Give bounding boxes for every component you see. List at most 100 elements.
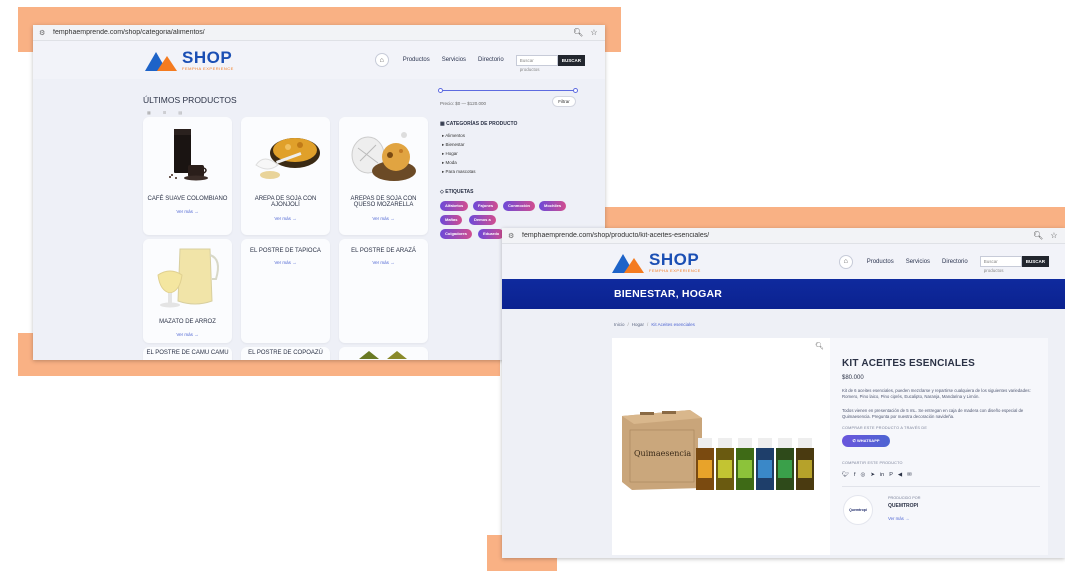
- nav-servicios[interactable]: Servicios: [906, 259, 930, 265]
- twitter-icon[interactable]: 🐦︎: [842, 472, 849, 478]
- slider-min-handle[interactable]: [438, 88, 443, 93]
- category-banner: BIENESTAR, HOGAR: [502, 279, 1065, 309]
- product-more-link[interactable]: Ver más →: [241, 260, 330, 265]
- image-zoom-icon[interactable]: 🔍︎: [815, 342, 824, 350]
- telegram-icon[interactable]: ➤: [870, 472, 875, 478]
- site-header: SHOP FEMPHA EXPERIENCE ⌂ Productos Servi…: [502, 244, 1065, 279]
- product-more-link[interactable]: Ver más →: [143, 209, 232, 214]
- tag-chip[interactable]: Fajones: [473, 201, 499, 211]
- whatsapp-button[interactable]: ✆ WHATSAPP: [842, 435, 890, 447]
- box-brand-text: Quimaesencia: [634, 449, 691, 458]
- breadcrumb-category[interactable]: Hogar: [632, 322, 644, 327]
- product-name[interactable]: EL POSTRE DE ARAZÁ: [342, 248, 425, 254]
- logo-subtitle: FEMPHA EXPERIENCE: [649, 267, 701, 273]
- site-settings-icon[interactable]: ⚙: [39, 29, 47, 37]
- product-card[interactable]: EL POSTRE DE COPOAZÚ: [241, 347, 330, 360]
- slider-max-handle[interactable]: [573, 88, 578, 93]
- search-input[interactable]: Buscar productos: [515, 54, 558, 72]
- coffee-product-image: [169, 129, 208, 181]
- product-card[interactable]: AREPA DE SOJA CON AJONJOLÍ Ver más →: [241, 117, 330, 235]
- address-bar[interactable]: ⚙ femphaemprende.com/shop/producto/kit-a…: [502, 228, 1065, 244]
- zoom-icon[interactable]: 🔍︎: [573, 28, 583, 37]
- compact-view-icon[interactable]: ▤: [178, 110, 182, 115]
- categories-title: ▦ CATEGORÍAS DE PRODUCTO: [440, 121, 518, 127]
- email-icon[interactable]: ✉: [907, 472, 912, 478]
- search-button[interactable]: BUSCAR: [1021, 256, 1049, 267]
- product-card[interactable]: [339, 347, 428, 360]
- home-icon[interactable]: ⌂: [374, 53, 389, 67]
- bookmark-star-icon[interactable]: ☆: [589, 28, 599, 37]
- product-image-panel[interactable]: 🔍︎ Quimaesencia: [612, 338, 830, 555]
- send-icon[interactable]: ◀: [898, 472, 902, 478]
- zoom-icon[interactable]: 🔍︎: [1033, 231, 1043, 240]
- nav-productos[interactable]: Productos: [403, 57, 430, 63]
- arepas-queso-product-image: [351, 132, 416, 181]
- home-icon[interactable]: ⌂: [838, 254, 853, 269]
- search-button[interactable]: BUSCAR: [557, 54, 585, 66]
- tag-chip[interactable]: Eduardo: [478, 229, 505, 239]
- tag-chip[interactable]: Colgadores: [440, 229, 473, 239]
- filter-button[interactable]: Filtrar: [552, 96, 576, 107]
- product-more-link[interactable]: Ver más →: [339, 260, 428, 265]
- search-input[interactable]: Buscar productos: [979, 256, 1022, 273]
- category-item[interactable]: ▸ Moda: [442, 160, 476, 169]
- producer-more-link[interactable]: Ver más →: [888, 516, 909, 521]
- product-name[interactable]: AREPAS DE SOJA CON QUESO MOZARELLA: [342, 196, 425, 208]
- tag-chip[interactable]: Mochiles: [539, 201, 567, 211]
- product-card[interactable]: EL POSTRE DE CAMU CAMU: [143, 347, 232, 360]
- nav-directorio[interactable]: Directorio: [478, 57, 504, 63]
- nav-directorio[interactable]: Directorio: [942, 259, 968, 265]
- price-slider[interactable]: [438, 88, 578, 93]
- bookmark-star-icon[interactable]: ☆: [1049, 231, 1059, 240]
- essential-oils-kit-image: Quimaesencia: [622, 410, 814, 490]
- divider: [842, 486, 1040, 487]
- site-settings-icon[interactable]: ⚙: [508, 232, 516, 240]
- shop-logo[interactable]: SHOP FEMPHA EXPERIENCE: [612, 251, 701, 273]
- url-text[interactable]: femphaemprende.com/shop/producto/kit-ace…: [522, 232, 1027, 239]
- grid-view-icon[interactable]: ▦: [147, 110, 151, 115]
- category-item[interactable]: ▸ Bienestar: [442, 142, 476, 151]
- list-view-icon[interactable]: ☰: [163, 110, 167, 115]
- nav-productos[interactable]: Productos: [867, 259, 894, 265]
- product-card[interactable]: EL POSTRE DE ARAZÁ Ver más →: [339, 239, 428, 343]
- product-name[interactable]: EL POSTRE DE CAMU CAMU: [146, 350, 229, 356]
- share-label: COMPARTIR ESTE PRODUCTO: [842, 461, 903, 465]
- tag-chip[interactable]: Mafias: [440, 215, 463, 225]
- view-toggle: ▦ ☰ ▤: [147, 110, 194, 115]
- section-title: ÚLTIMOS PRODUCTOS: [143, 95, 237, 105]
- logo-title: SHOP: [182, 48, 233, 67]
- product-name[interactable]: MAZATO DE ARROZ: [146, 319, 229, 325]
- product-name[interactable]: AREPA DE SOJA CON AJONJOLÍ: [244, 196, 327, 208]
- producer-name[interactable]: QUEMTROPI: [888, 503, 918, 509]
- tag-chip[interactable]: Conmoción: [503, 201, 535, 211]
- product-card[interactable]: CAFÉ SUAVE COLOMBIANO Ver más →: [143, 117, 232, 235]
- product-more-link[interactable]: Ver más →: [339, 216, 428, 221]
- url-text[interactable]: femphaemprende.com/shop/categoria/alimen…: [53, 29, 567, 36]
- product-more-link[interactable]: Ver más →: [143, 332, 232, 337]
- category-item[interactable]: ▸ Alimentos: [442, 133, 476, 142]
- product-description: Kit de 6 aceites esenciales, pueden mezc…: [842, 388, 1031, 399]
- facebook-icon[interactable]: f: [854, 472, 856, 478]
- product-card[interactable]: EL POSTRE DE TAPIOCA Ver más →: [241, 239, 330, 343]
- pinterest-icon[interactable]: P: [889, 472, 893, 478]
- tag-chip[interactable]: Demos a: [469, 215, 496, 225]
- whatsapp-share-icon[interactable]: ◎: [861, 472, 866, 478]
- product-name[interactable]: CAFÉ SUAVE COLOMBIANO: [146, 196, 229, 202]
- category-item[interactable]: ▸ Para mascotas: [442, 169, 476, 178]
- product-more-link[interactable]: Ver más →: [241, 216, 330, 221]
- producer-label: PRODUCIDO POR: [888, 496, 921, 500]
- shop-logo[interactable]: SHOP FEMPHA EXPERIENCE: [145, 49, 234, 71]
- nav-servicios[interactable]: Servicios: [442, 57, 466, 63]
- product-price: $80.000: [842, 375, 864, 381]
- address-bar[interactable]: ⚙ femphaemprende.com/shop/categoria/alim…: [33, 25, 605, 41]
- product-name[interactable]: EL POSTRE DE TAPIOCA: [244, 248, 327, 254]
- breadcrumb-home[interactable]: Inicio: [614, 322, 625, 327]
- linkedin-icon[interactable]: in: [880, 472, 884, 478]
- logo-mountain-icon: [612, 251, 646, 273]
- producer-logo[interactable]: Quemtropi: [843, 495, 873, 525]
- product-card[interactable]: AREPAS DE SOJA CON QUESO MOZARELLA Ver m…: [339, 117, 428, 235]
- category-item[interactable]: ▸ Hogar: [442, 151, 476, 160]
- tag-chip[interactable]: Alfabetos: [440, 201, 469, 211]
- product-name[interactable]: EL POSTRE DE COPOAZÚ: [244, 350, 327, 356]
- product-card[interactable]: MAZATO DE ARROZ Ver más →: [143, 239, 232, 343]
